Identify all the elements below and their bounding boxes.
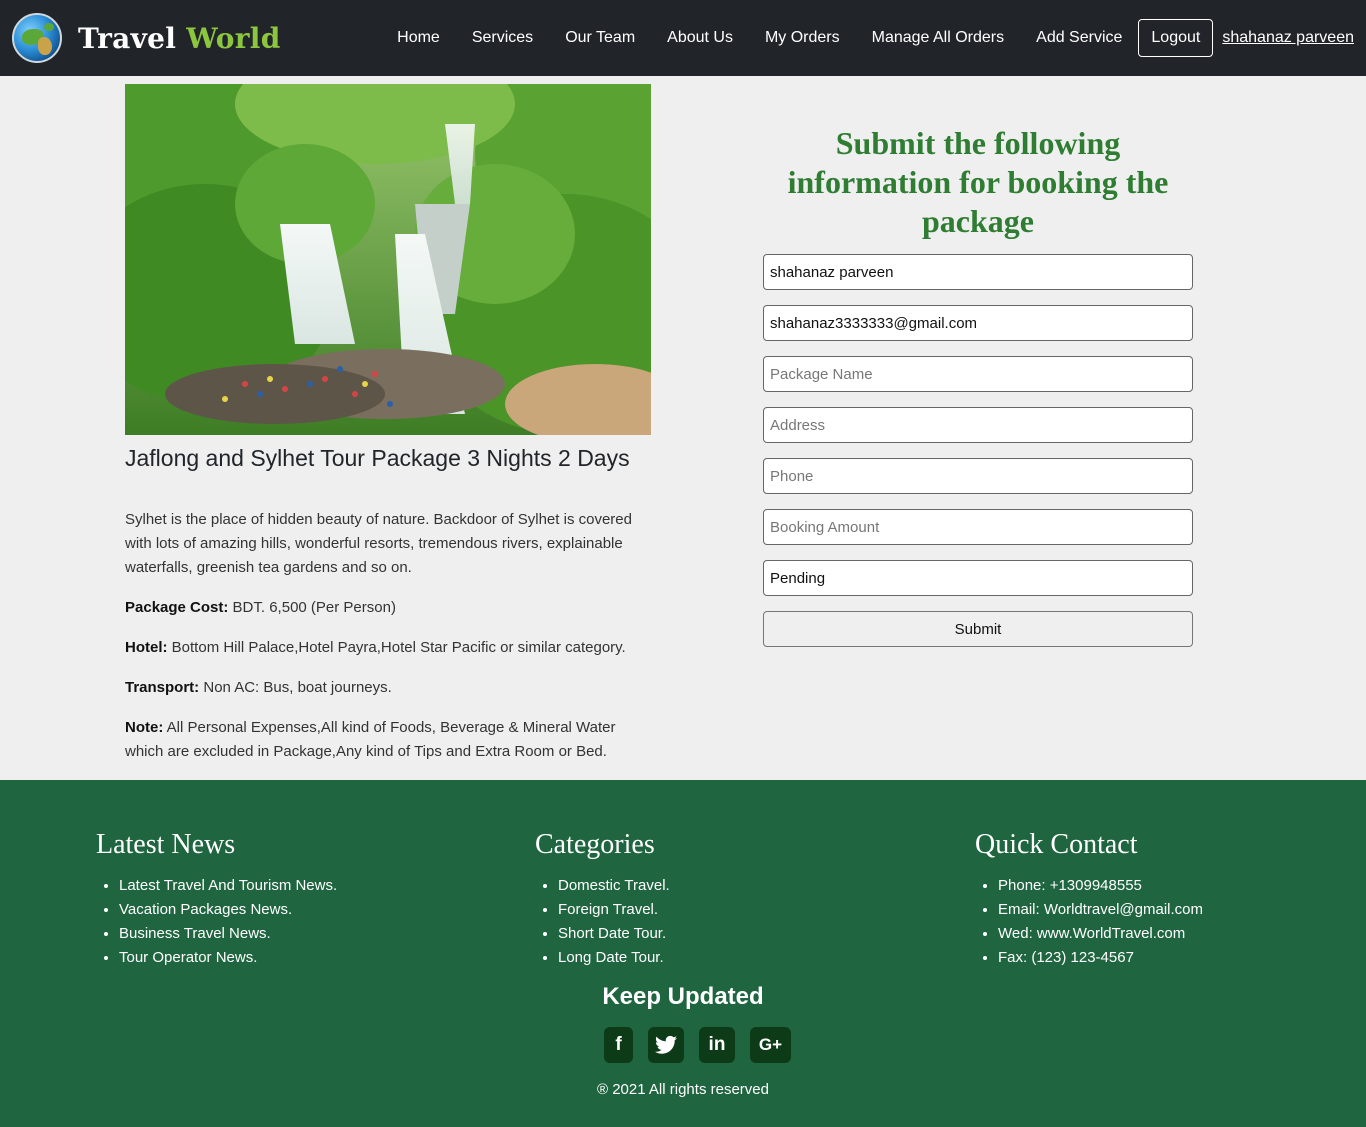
contact-item: Phone: +1309948555 — [998, 874, 1203, 898]
address-field[interactable] — [763, 407, 1193, 443]
contact-item: Fax: (123) 123-4567 — [998, 946, 1203, 970]
user-name-link[interactable]: shahanaz parveen — [1222, 19, 1354, 57]
package-description: Sylhet is the place of hidden beauty of … — [125, 511, 632, 576]
package-hotel: Hotel: Bottom Hill Palace,Hotel Payra,Ho… — [125, 636, 665, 660]
package-name-field[interactable] — [763, 356, 1193, 392]
logout-button[interactable]: Logout — [1138, 19, 1214, 57]
social-links: f in G+ — [604, 1027, 806, 1063]
package-hotel-value: Bottom Hill Palace,Hotel Payra,Hotel Sta… — [167, 639, 626, 656]
nav-link-add-service[interactable]: Add Service — [1020, 19, 1138, 57]
categories-title: Categories — [535, 829, 655, 860]
submit-button[interactable]: Submit — [763, 611, 1193, 647]
booking-form-title: Submit the following information for boo… — [787, 125, 1169, 239]
linkedin-icon[interactable]: in — [699, 1027, 735, 1063]
category-item: Domestic Travel. — [558, 874, 670, 898]
package-transport-label: Transport: — [125, 679, 200, 696]
latest-news-title: Latest News — [96, 829, 236, 860]
categories-section: Categories Domestic Travel. Foreign Trav… — [535, 828, 670, 970]
waterfall-image — [125, 84, 651, 435]
email-field[interactable] — [763, 305, 1193, 341]
footer: Latest News Latest Travel And Tourism Ne… — [0, 780, 1366, 1127]
booking-amount-field[interactable] — [763, 509, 1193, 545]
news-item: Latest Travel And Tourism News. — [119, 874, 337, 898]
news-item: Vacation Packages News. — [119, 898, 337, 922]
package-image — [125, 84, 651, 435]
news-item: Tour Operator News. — [119, 946, 337, 970]
contact-item: Wed: www.WorldTravel.com — [998, 922, 1203, 946]
package-cost-value: BDT. 6,500 (Per Person) — [228, 599, 396, 616]
news-item: Business Travel News. — [119, 922, 337, 946]
twitter-icon[interactable] — [648, 1027, 684, 1063]
navbar: Travel World Home Services Our Team Abou… — [0, 0, 1366, 76]
phone-field[interactable] — [763, 458, 1193, 494]
brand-name-part2: World — [186, 21, 281, 55]
brand[interactable]: Travel World — [12, 13, 281, 63]
nav-links: Home Services Our Team About Us My Order… — [381, 19, 1354, 57]
package-note-value: All Personal Expenses,All kind of Foods,… — [125, 719, 616, 760]
quick-contact-section: Quick Contact Phone: +1309948555 Email: … — [975, 828, 1203, 970]
copyright: ® 2021 All rights reserved — [597, 1081, 769, 1098]
package-note-label: Note: — [125, 719, 164, 736]
globe-logo-icon — [12, 13, 62, 63]
package-transport: Transport: Non AC: Bus, boat journeys. — [125, 676, 665, 700]
facebook-icon[interactable]: f — [604, 1027, 633, 1063]
keep-updated-title: Keep Updated — [602, 983, 764, 1010]
nav-link-manage-all-orders[interactable]: Manage All Orders — [856, 19, 1021, 57]
category-item: Foreign Travel. — [558, 898, 670, 922]
google-plus-icon[interactable]: G+ — [750, 1027, 791, 1063]
category-item: Long Date Tour. — [558, 946, 670, 970]
package-transport-value: Non AC: Bus, boat journeys. — [199, 679, 392, 696]
package-hotel-label: Hotel: — [125, 639, 168, 656]
main-content: Jaflong and Sylhet Tour Package 3 Nights… — [0, 76, 1366, 780]
quick-contact-title: Quick Contact — [975, 829, 1138, 860]
package-note: Note: All Personal Expenses,All kind of … — [125, 716, 651, 764]
nav-link-home[interactable]: Home — [381, 19, 456, 57]
name-field[interactable] — [763, 254, 1193, 290]
package-title: Jaflong and Sylhet Tour Package 3 Nights… — [125, 445, 630, 471]
contact-item: Email: Worldtravel@gmail.com — [998, 898, 1203, 922]
nav-link-about-us[interactable]: About Us — [651, 19, 749, 57]
category-item: Short Date Tour. — [558, 922, 670, 946]
brand-name-part1: Travel — [78, 21, 177, 55]
nav-link-my-orders[interactable]: My Orders — [749, 19, 856, 57]
nav-link-our-team[interactable]: Our Team — [549, 19, 651, 57]
latest-news-section: Latest News Latest Travel And Tourism Ne… — [96, 828, 337, 970]
package-cost-label: Package Cost: — [125, 599, 229, 616]
status-field[interactable] — [763, 560, 1193, 596]
package-cost: Package Cost: BDT. 6,500 (Per Person) — [125, 596, 665, 620]
nav-link-services[interactable]: Services — [456, 19, 549, 57]
brand-name: Travel World — [78, 22, 281, 55]
